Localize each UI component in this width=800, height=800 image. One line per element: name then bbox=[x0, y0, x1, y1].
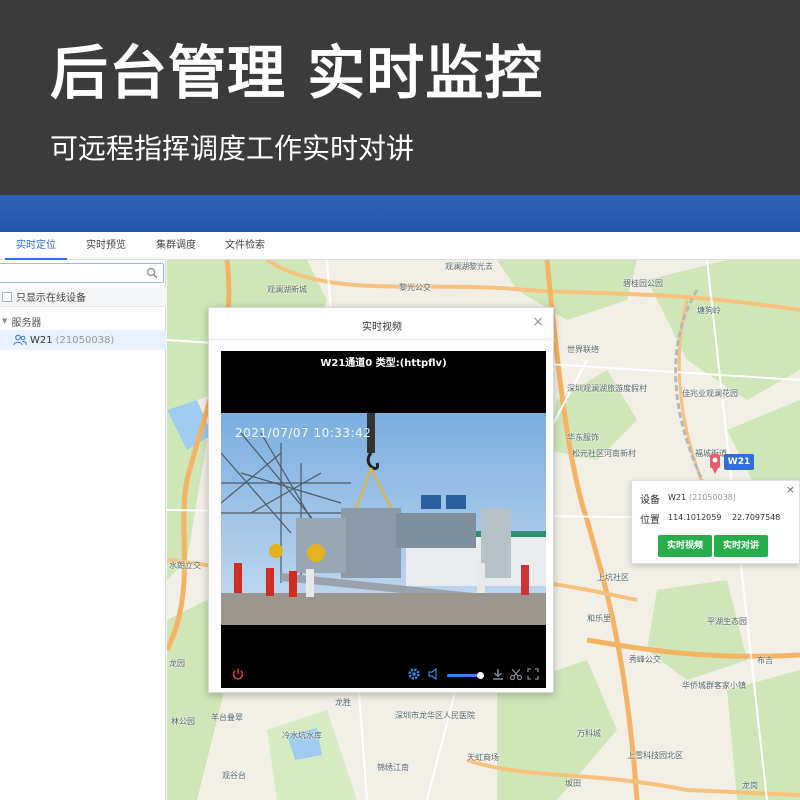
online-only-label: 只显示在线设备 bbox=[16, 293, 86, 304]
caret-down-icon[interactable]: ▼ bbox=[2, 317, 7, 325]
map-label: 锦绣江南 bbox=[377, 763, 409, 772]
popup-latitude: 22.7097548 bbox=[732, 513, 781, 522]
map-marker-label[interactable]: W21 bbox=[724, 454, 754, 470]
tree-node-server[interactable]: ▼ 服务器 bbox=[0, 312, 166, 330]
popup-longitude: 114.1012059 bbox=[668, 513, 722, 522]
power-icon[interactable] bbox=[231, 667, 245, 681]
map-label: 深圳观澜湖旅游度假村 bbox=[567, 384, 647, 393]
popup-device-name: W21 bbox=[668, 493, 687, 502]
fullscreen-icon[interactable] bbox=[526, 667, 540, 681]
map-label: 华东服饰 bbox=[567, 433, 599, 442]
video-player[interactable]: W21通道0 类型:(httpflv) 2021/07/07 10:33:42 bbox=[221, 351, 546, 688]
video-scene-image bbox=[221, 413, 546, 625]
map-label: 坂田 bbox=[565, 779, 581, 788]
map-label: 和乐里 bbox=[587, 614, 611, 623]
dialog-divider bbox=[209, 339, 555, 340]
tab-bar: 实时定位 实时预览 集群调度 文件检索 bbox=[0, 232, 800, 260]
map-label: 黎光公交 bbox=[399, 283, 431, 292]
map-label: 冷水坑水库 bbox=[282, 731, 322, 740]
tab-cluster-dispatch[interactable]: 集群调度 bbox=[145, 232, 207, 260]
map-label: 林公园 bbox=[171, 717, 195, 726]
device-name: W21 bbox=[30, 334, 53, 346]
server-label: 服务器 bbox=[11, 317, 42, 329]
map-label: 龙园 bbox=[169, 659, 185, 668]
video-frame[interactable]: 2021/07/07 10:33:42 bbox=[221, 413, 546, 625]
map-label: 羊台叠翠 bbox=[211, 713, 243, 722]
realtime-video-dialog: 实时视频 × W21通道0 类型:(httpflv) 2021/07/07 10… bbox=[208, 307, 555, 693]
scissors-icon[interactable] bbox=[509, 667, 523, 681]
map-label: 上雪科技园北区 bbox=[627, 751, 683, 760]
download-icon[interactable] bbox=[491, 667, 505, 681]
map-label: 松元社区河南新村 bbox=[572, 449, 636, 458]
device-id: (21050038) bbox=[55, 334, 115, 346]
map-label: 水朗立交 bbox=[169, 561, 201, 570]
search-input[interactable] bbox=[0, 267, 137, 286]
map-label: 龙岗 bbox=[742, 781, 758, 790]
map-label: 深圳市龙华区人民医院 bbox=[395, 711, 475, 720]
search-box bbox=[0, 263, 164, 286]
device-key-label: 设备 bbox=[640, 495, 660, 506]
tree-node-device[interactable]: W21 (21050038) bbox=[0, 330, 166, 350]
banner-accent-bar bbox=[0, 195, 800, 232]
realtime-video-button[interactable]: 实时视频 bbox=[658, 535, 712, 557]
map-label: 华侨城群客家小镇 bbox=[682, 681, 746, 690]
map-label: 碧桂园公园 bbox=[623, 279, 663, 288]
map-label: 佳兆业观澜花园 bbox=[682, 389, 738, 398]
realtime-intercom-button[interactable]: 实时对讲 bbox=[714, 535, 768, 557]
volume-icon[interactable] bbox=[427, 667, 441, 681]
map-label: 龙胜 bbox=[335, 698, 351, 707]
map-pin-icon[interactable] bbox=[709, 453, 721, 475]
device-info-popup: × 设备 W21 (21050038) 位置 114.1012059 22.70… bbox=[631, 480, 800, 564]
map-label: 布吉 bbox=[757, 656, 773, 665]
video-controls bbox=[221, 663, 546, 687]
close-icon[interactable]: × bbox=[786, 483, 795, 496]
map-label: 上坑社区 bbox=[597, 573, 629, 582]
banner-title: 后台管理 实时监控 bbox=[50, 39, 544, 107]
map-label: 观澜湖黎光去 bbox=[445, 262, 493, 271]
promo-banner: 后台管理 实时监控 可远程指挥调度工作实时对讲 bbox=[0, 0, 800, 195]
close-icon[interactable]: × bbox=[532, 314, 544, 330]
map-label: 世界联络 bbox=[567, 345, 599, 354]
map-label: 观澜湖新城 bbox=[267, 285, 307, 294]
online-only-filter[interactable]: 只显示在线设备 bbox=[0, 287, 166, 307]
map-label: 观谷台 bbox=[222, 771, 246, 780]
tab-file-search[interactable]: 文件检索 bbox=[214, 232, 276, 260]
video-channel-header: W21通道0 类型:(httpflv) bbox=[320, 358, 447, 369]
map-label: 天虹商场 bbox=[467, 753, 499, 762]
tab-realtime-preview[interactable]: 实时预览 bbox=[75, 232, 137, 260]
video-timestamp: 2021/07/07 10:33:42 bbox=[235, 426, 372, 440]
position-key-label: 位置 bbox=[640, 515, 660, 526]
volume-slider[interactable] bbox=[447, 674, 481, 677]
device-sidebar: 只显示在线设备 ▼ 服务器 W21 (21050038) bbox=[0, 260, 166, 800]
map-label: 平湖生态园 bbox=[707, 617, 747, 626]
settings-gear-icon[interactable] bbox=[407, 667, 421, 681]
map-label: 塘狗岭 bbox=[697, 306, 721, 315]
people-icon bbox=[13, 334, 27, 346]
map-label: 万科城 bbox=[577, 729, 601, 738]
popup-device-id: (21050038) bbox=[689, 493, 736, 502]
online-only-checkbox[interactable] bbox=[2, 291, 12, 302]
banner-subtitle: 可远程指挥调度工作实时对讲 bbox=[50, 132, 415, 165]
tab-realtime-location[interactable]: 实时定位 bbox=[5, 232, 67, 260]
dialog-title: 实时视频 bbox=[362, 322, 402, 333]
map-label: 秀峰公交 bbox=[629, 655, 661, 664]
volume-slider-handle[interactable] bbox=[477, 672, 484, 679]
search-icon[interactable] bbox=[146, 267, 158, 279]
